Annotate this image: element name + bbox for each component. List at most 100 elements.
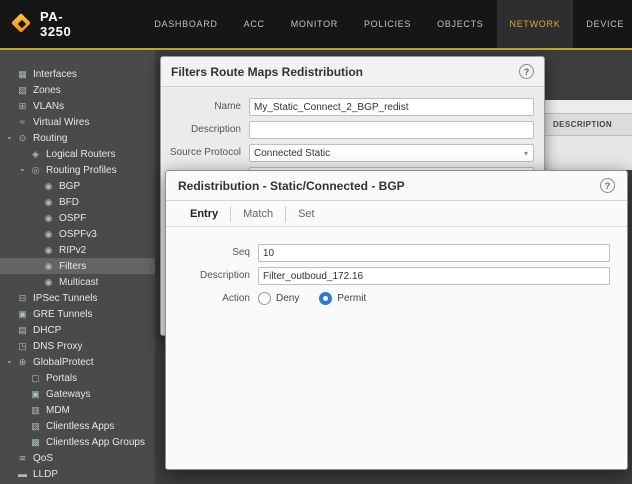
gateways-icon: ▣ <box>29 389 42 400</box>
table-body <box>545 136 632 170</box>
palo-alto-logo-icon <box>12 14 32 34</box>
interfaces-icon: ▦ <box>16 69 29 80</box>
tab-objects[interactable]: OBJECTS <box>424 0 496 48</box>
permit-radio[interactable]: Permit <box>319 292 366 305</box>
sidebar-item-ospf[interactable]: ◉ OSPF <box>0 210 155 226</box>
tab-policies[interactable]: POLICIES <box>351 0 424 48</box>
sidebar-item-logical-routers[interactable]: ◈ Logical Routers <box>0 146 155 162</box>
clientless-app-groups-icon: ▩ <box>29 437 42 448</box>
seq-field: Seq <box>166 244 617 262</box>
mdm-icon: ▥ <box>29 405 42 416</box>
dialog1-header: Filters Route Maps Redistribution ? <box>161 57 544 87</box>
routing-profiles-icon: ◎ <box>29 165 42 176</box>
dialog-tab-set[interactable]: Set <box>286 206 327 222</box>
source-protocol-select[interactable]: Connected Static <box>249 144 534 162</box>
seq-input[interactable] <box>258 244 610 262</box>
sidebar-item-filters[interactable]: ◉ Filters <box>0 258 155 274</box>
description-label: Description <box>166 267 258 282</box>
gre-tunnels-icon: ▣ <box>16 309 29 320</box>
sidebar-item-portals[interactable]: ▢ Portals <box>0 370 155 386</box>
multicast-icon: ◉ <box>42 277 55 288</box>
help-icon[interactable]: ? <box>600 178 615 193</box>
chevron-down-icon[interactable] <box>6 358 16 367</box>
dialog2-tabs: Entry Match Set <box>166 201 627 227</box>
sidebar-item-clientless-app-groups[interactable]: ▩ Clientless App Groups <box>0 434 155 450</box>
sidebar-item-dns-proxy[interactable]: ◳ DNS Proxy <box>0 338 155 354</box>
sidebar-item-bgp[interactable]: ◉ BGP <box>0 178 155 194</box>
device-name: PA-3250 <box>40 9 71 39</box>
name-input[interactable] <box>249 98 534 116</box>
description-input[interactable] <box>258 267 610 285</box>
chevron-down-icon[interactable] <box>6 134 16 143</box>
action-field: Action Deny Permit <box>166 290 617 305</box>
tab-monitor[interactable]: MONITOR <box>278 0 351 48</box>
sidebar-item-gre-tunnels[interactable]: ▣ GRE Tunnels <box>0 306 155 322</box>
sidebar-item-routing[interactable]: ⊙ Routing <box>0 130 155 146</box>
portals-icon: ▢ <box>29 373 42 384</box>
logical-routers-icon: ◈ <box>29 149 42 160</box>
dialog2-header: Redistribution - Static/Connected - BGP … <box>166 171 627 201</box>
top-header: PA-3250 DASHBOARD ACC MONITOR POLICIES <box>0 0 632 48</box>
dns-proxy-icon: ◳ <box>16 341 29 352</box>
radio-icon[interactable] <box>319 292 332 305</box>
dialog-tab-match[interactable]: Match <box>231 206 286 222</box>
description-field: Description <box>166 267 617 285</box>
sidebar-item-mdm[interactable]: ▥ MDM <box>0 402 155 418</box>
tab-acc[interactable]: ACC <box>231 0 278 48</box>
sidebar-item-qos[interactable]: ≋ QoS <box>0 450 155 466</box>
chevron-down-icon <box>524 149 533 158</box>
sidebar-nav-tree: ▦ Interfaces ▧ Zones ⊞ VLANs ≈ Virtual W… <box>0 50 155 484</box>
sidebar-item-ipsec-tunnels[interactable]: ⊟ IPSec Tunnels <box>0 290 155 306</box>
sidebar-item-lldp[interactable]: ▬ LLDP <box>0 466 155 482</box>
table-column-header-description[interactable]: DESCRIPTION <box>545 113 632 136</box>
lldp-icon: ▬ <box>16 469 29 479</box>
filters-icon: ◉ <box>42 261 55 272</box>
tab-network[interactable]: NETWORK <box>497 0 574 48</box>
sidebar-item-dhcp[interactable]: ▤ DHCP <box>0 322 155 338</box>
help-icon[interactable]: ? <box>519 64 534 79</box>
sidebar-item-ospfv3[interactable]: ◉ OSPFv3 <box>0 226 155 242</box>
qos-icon: ≋ <box>16 453 29 464</box>
action-label: Action <box>166 290 258 305</box>
vlans-icon: ⊞ <box>16 101 29 112</box>
sidebar-item-bfd[interactable]: ◉ BFD <box>0 194 155 210</box>
bfd-icon: ◉ <box>42 197 55 208</box>
sidebar-item-multicast[interactable]: ◉ Multicast <box>0 274 155 290</box>
sidebar-item-interfaces[interactable]: ▦ Interfaces <box>0 66 155 82</box>
sidebar-item-virtual-wires[interactable]: ≈ Virtual Wires <box>0 114 155 130</box>
tab-device[interactable]: DEVICE <box>573 0 632 48</box>
chevron-down-icon[interactable] <box>19 166 29 175</box>
ospf-icon: ◉ <box>42 213 55 224</box>
table-gap <box>545 56 632 100</box>
redistribution-dialog: Redistribution - Static/Connected - BGP … <box>165 170 628 470</box>
sidebar-item-ripv2[interactable]: ◉ RIPv2 <box>0 242 155 258</box>
description-field: Description <box>161 121 534 139</box>
virtual-wires-icon: ≈ <box>16 117 29 127</box>
clientless-apps-icon: ▨ <box>29 421 42 432</box>
radio-icon[interactable] <box>258 292 271 305</box>
ripv2-icon: ◉ <box>42 245 55 256</box>
sidebar-item-vlans[interactable]: ⊞ VLANs <box>0 98 155 114</box>
deny-radio[interactable]: Deny <box>258 292 299 305</box>
app-window: PA-3250 DASHBOARD ACC MONITOR POLICIES <box>0 0 632 484</box>
zones-icon: ▧ <box>16 85 29 96</box>
tab-dashboard[interactable]: DASHBOARD <box>141 0 230 48</box>
main-nav: DASHBOARD ACC MONITOR POLICIES OBJECTS <box>141 0 632 48</box>
name-field: Name <box>161 98 534 116</box>
globalprotect-icon: ⊕ <box>16 357 29 368</box>
sidebar-item-routing-profiles[interactable]: ◎ Routing Profiles <box>0 162 155 178</box>
seq-label: Seq <box>166 244 258 259</box>
sidebar-item-zones[interactable]: ▧ Zones <box>0 82 155 98</box>
routing-icon: ⊙ <box>16 133 29 144</box>
description-input[interactable] <box>249 121 534 139</box>
sidebar-item-gateways[interactable]: ▣ Gateways <box>0 386 155 402</box>
table-toolbar-strip <box>545 100 632 113</box>
action-radio-group: Deny Permit <box>258 290 386 305</box>
dhcp-icon: ▤ <box>16 325 29 336</box>
dialog1-title: Filters Route Maps Redistribution <box>171 65 519 79</box>
ipsec-tunnels-icon: ⊟ <box>16 293 29 304</box>
dialog-tab-entry[interactable]: Entry <box>178 206 231 222</box>
background-table-fragment: DESCRIPTION <box>545 56 632 170</box>
sidebar-item-globalprotect[interactable]: ⊕ GlobalProtect <box>0 354 155 370</box>
sidebar-item-clientless-apps[interactable]: ▨ Clientless Apps <box>0 418 155 434</box>
